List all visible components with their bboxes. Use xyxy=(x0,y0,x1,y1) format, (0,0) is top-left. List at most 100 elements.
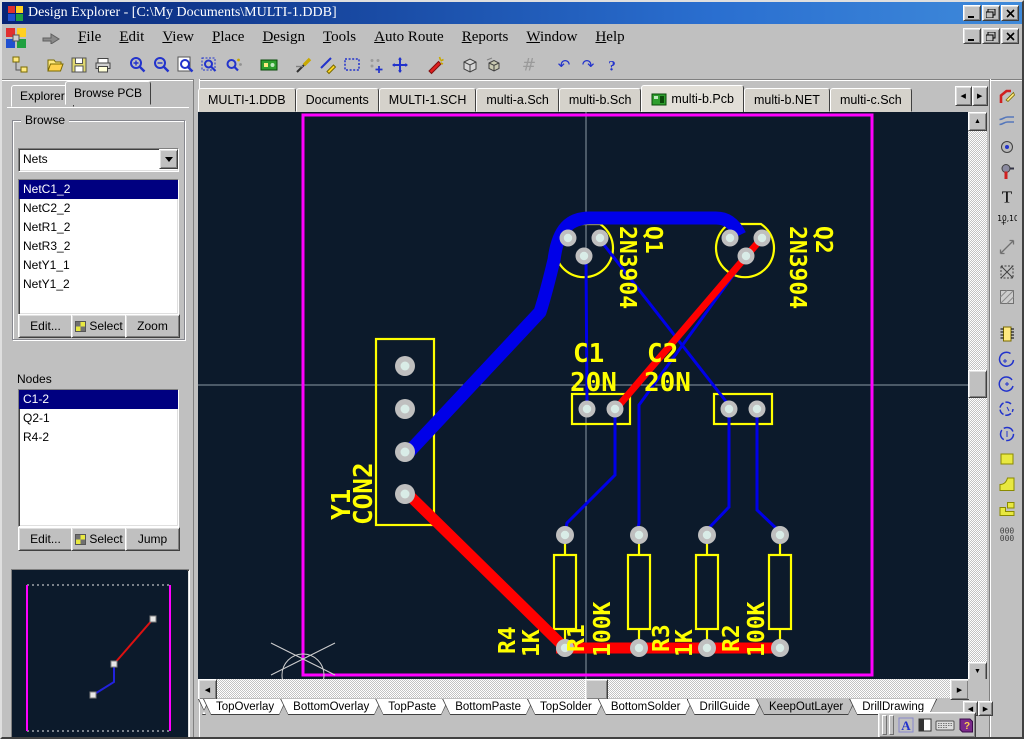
menu-help[interactable]: Help xyxy=(586,27,633,48)
move-cross-icon[interactable] xyxy=(388,53,412,77)
place-arc-center-icon[interactable] xyxy=(995,372,1019,396)
mdi-close-button[interactable] xyxy=(1001,28,1019,44)
doc-tab-multi-b.pcb[interactable]: multi-b.Pcb xyxy=(641,85,744,112)
toolbar-grip[interactable] xyxy=(889,715,894,735)
select-button[interactable]: Select xyxy=(71,527,127,551)
restore-button[interactable] xyxy=(982,5,1000,21)
pcb-editor-canvas[interactable]: 2N3904 Q1 2N3904 Q2 C1 20N C2 20N Y1 CON… xyxy=(198,112,968,679)
menu-auto-route[interactable]: Auto Route xyxy=(365,27,453,48)
place-dimension-icon[interactable] xyxy=(995,235,1019,259)
layer-tab-drillguide[interactable]: DrillGuide xyxy=(687,699,764,715)
nodes-list[interactable]: C1-2Q2-1R4-2 xyxy=(18,389,179,527)
horizontal-scroll-thumb[interactable] xyxy=(585,679,608,700)
clear-error-markers-icon[interactable] xyxy=(292,53,316,77)
menu-edit[interactable]: Edit xyxy=(110,27,153,48)
layer-tab-topoverlay[interactable]: TopOverlay xyxy=(203,699,287,715)
save-document-icon[interactable] xyxy=(67,53,91,77)
place-track-icon[interactable] xyxy=(995,85,1019,109)
explorer-panel-icon[interactable] xyxy=(8,53,32,77)
vertical-scrollbar[interactable]: ▲ ▼ xyxy=(968,112,987,679)
place-arc-edge-icon[interactable] xyxy=(995,347,1019,371)
title-bar[interactable]: Design Explorer - [C:\My Documents\MULTI… xyxy=(2,2,1022,24)
jump-button[interactable]: Jump xyxy=(125,527,180,551)
place-pad-icon[interactable] xyxy=(995,135,1019,159)
doc-tab-multi-b.net[interactable]: multi-b.NET xyxy=(744,88,830,112)
scroll-up-arrow[interactable]: ▲ xyxy=(968,112,987,131)
tab-browse-pcb[interactable]: Browse PCB xyxy=(65,81,151,105)
label-r1-value[interactable]: 100K xyxy=(590,601,616,657)
close-button[interactable] xyxy=(1001,5,1019,21)
place-circle-icon[interactable] xyxy=(995,422,1019,446)
wizard-icon[interactable] xyxy=(423,53,447,77)
open-document-icon[interactable] xyxy=(43,53,67,77)
place-coordinate-icon[interactable]: 10,10+ xyxy=(995,210,1019,234)
net-item-netr1_2[interactable]: NetR1_2 xyxy=(19,218,178,237)
doc-tab-multi-b.sch[interactable]: multi-b.Sch xyxy=(559,88,642,112)
layer-tab-toppaste[interactable]: TopPaste xyxy=(375,699,449,715)
label-r4-value[interactable]: 1K xyxy=(519,629,545,657)
minimize-button[interactable] xyxy=(963,5,981,21)
node-item-r4-2[interactable]: R4-2 xyxy=(19,428,178,447)
zoom-area-icon[interactable] xyxy=(198,53,222,77)
label-q1-ref[interactable]: Q1 xyxy=(640,226,666,254)
app-pinwheel-icon[interactable] xyxy=(5,27,27,49)
label-c1-ref[interactable]: C1 xyxy=(573,339,604,369)
menu-tools[interactable]: Tools xyxy=(314,27,365,48)
label-q2-value[interactable]: 2N3904 xyxy=(784,226,810,309)
layer-tabs-right-arrow[interactable]: ▶ xyxy=(978,701,993,716)
browse-mode-dropdown[interactable]: Nets xyxy=(18,148,179,172)
net-item-netc1_2[interactable]: NetC1_2 xyxy=(19,180,178,199)
select-button[interactable]: Select xyxy=(71,314,127,338)
layer-tab-keepoutlayer[interactable]: KeepOutLayer xyxy=(756,699,856,715)
panel-toggle-icon[interactable] xyxy=(915,715,935,735)
label-r3-value[interactable]: 1K xyxy=(672,629,698,657)
doc-tab-multi-1.sch[interactable]: MULTI-1.SCH xyxy=(379,88,477,112)
deselect-toggle-icon[interactable] xyxy=(482,53,506,77)
place-keepout-icon[interactable] xyxy=(995,260,1019,284)
menu-arrow-icon[interactable] xyxy=(41,32,61,44)
help-icon[interactable]: ? xyxy=(600,53,624,77)
label-c2-ref[interactable]: C2 xyxy=(647,339,678,369)
deselect-all-icon[interactable] xyxy=(458,53,482,77)
label-q1-value[interactable]: 2N3904 xyxy=(614,226,640,309)
zoom-point-icon[interactable] xyxy=(222,53,246,77)
menu-view[interactable]: View xyxy=(153,27,203,48)
place-component-icon[interactable] xyxy=(995,322,1019,346)
place-string-icon[interactable]: T xyxy=(995,185,1019,209)
print-icon[interactable] xyxy=(91,53,115,77)
place-fill-icon[interactable] xyxy=(995,447,1019,471)
dropdown-arrow-button[interactable] xyxy=(159,149,178,169)
keyboard-icon[interactable] xyxy=(935,715,955,735)
label-y1-value[interactable]: CON2 xyxy=(349,462,379,525)
doc-tab-multi-c.sch[interactable]: multi-c.Sch xyxy=(830,88,912,112)
place-shape-icon[interactable] xyxy=(995,472,1019,496)
place-multi-track-icon[interactable] xyxy=(995,110,1019,134)
label-r2-ref[interactable]: R2 xyxy=(719,624,745,652)
redo-icon[interactable]: ↷ xyxy=(576,53,600,77)
place-pad-array-icon[interactable]: 000000 xyxy=(995,522,1019,546)
menu-design[interactable]: Design xyxy=(253,27,314,48)
layer-tab-bottomoverlay[interactable]: BottomOverlay xyxy=(280,699,382,715)
menu-window[interactable]: Window xyxy=(517,27,586,48)
layer-tab-bottompaste[interactable]: BottomPaste xyxy=(442,699,534,715)
layer-tab-topsolder[interactable]: TopSolder xyxy=(527,699,605,715)
text-a-icon[interactable]: A xyxy=(896,715,916,735)
label-r2-value[interactable]: 100K xyxy=(744,601,770,657)
undo-icon[interactable]: ↶ xyxy=(552,53,576,77)
node-item-c1-2[interactable]: C1-2 xyxy=(19,390,178,409)
label-r1-ref[interactable]: R1 xyxy=(564,624,590,652)
label-q2-ref[interactable]: Q2 xyxy=(810,226,836,254)
scroll-left-arrow[interactable]: ◀ xyxy=(198,679,217,700)
toggle-grid-icon[interactable]: # xyxy=(517,53,541,77)
place-polygon-icon[interactable] xyxy=(995,285,1019,309)
vertical-scroll-thumb[interactable] xyxy=(968,370,987,398)
menu-place[interactable]: Place xyxy=(203,27,253,48)
horizontal-scrollbar[interactable]: ◀ ▶ xyxy=(198,679,968,699)
nets-list[interactable]: NetC1_2NetC2_2NetR1_2NetR3_2NetY1_1NetY1… xyxy=(18,179,179,315)
place-via-icon[interactable] xyxy=(995,160,1019,184)
node-item-q2-1[interactable]: Q2-1 xyxy=(19,409,178,428)
label-c1-value[interactable]: 20N xyxy=(570,368,617,398)
layer-tab-bottomsolder[interactable]: BottomSolder xyxy=(598,699,694,715)
scroll-right-arrow[interactable]: ▶ xyxy=(950,679,969,700)
zoom-button[interactable]: Zoom xyxy=(125,314,180,338)
